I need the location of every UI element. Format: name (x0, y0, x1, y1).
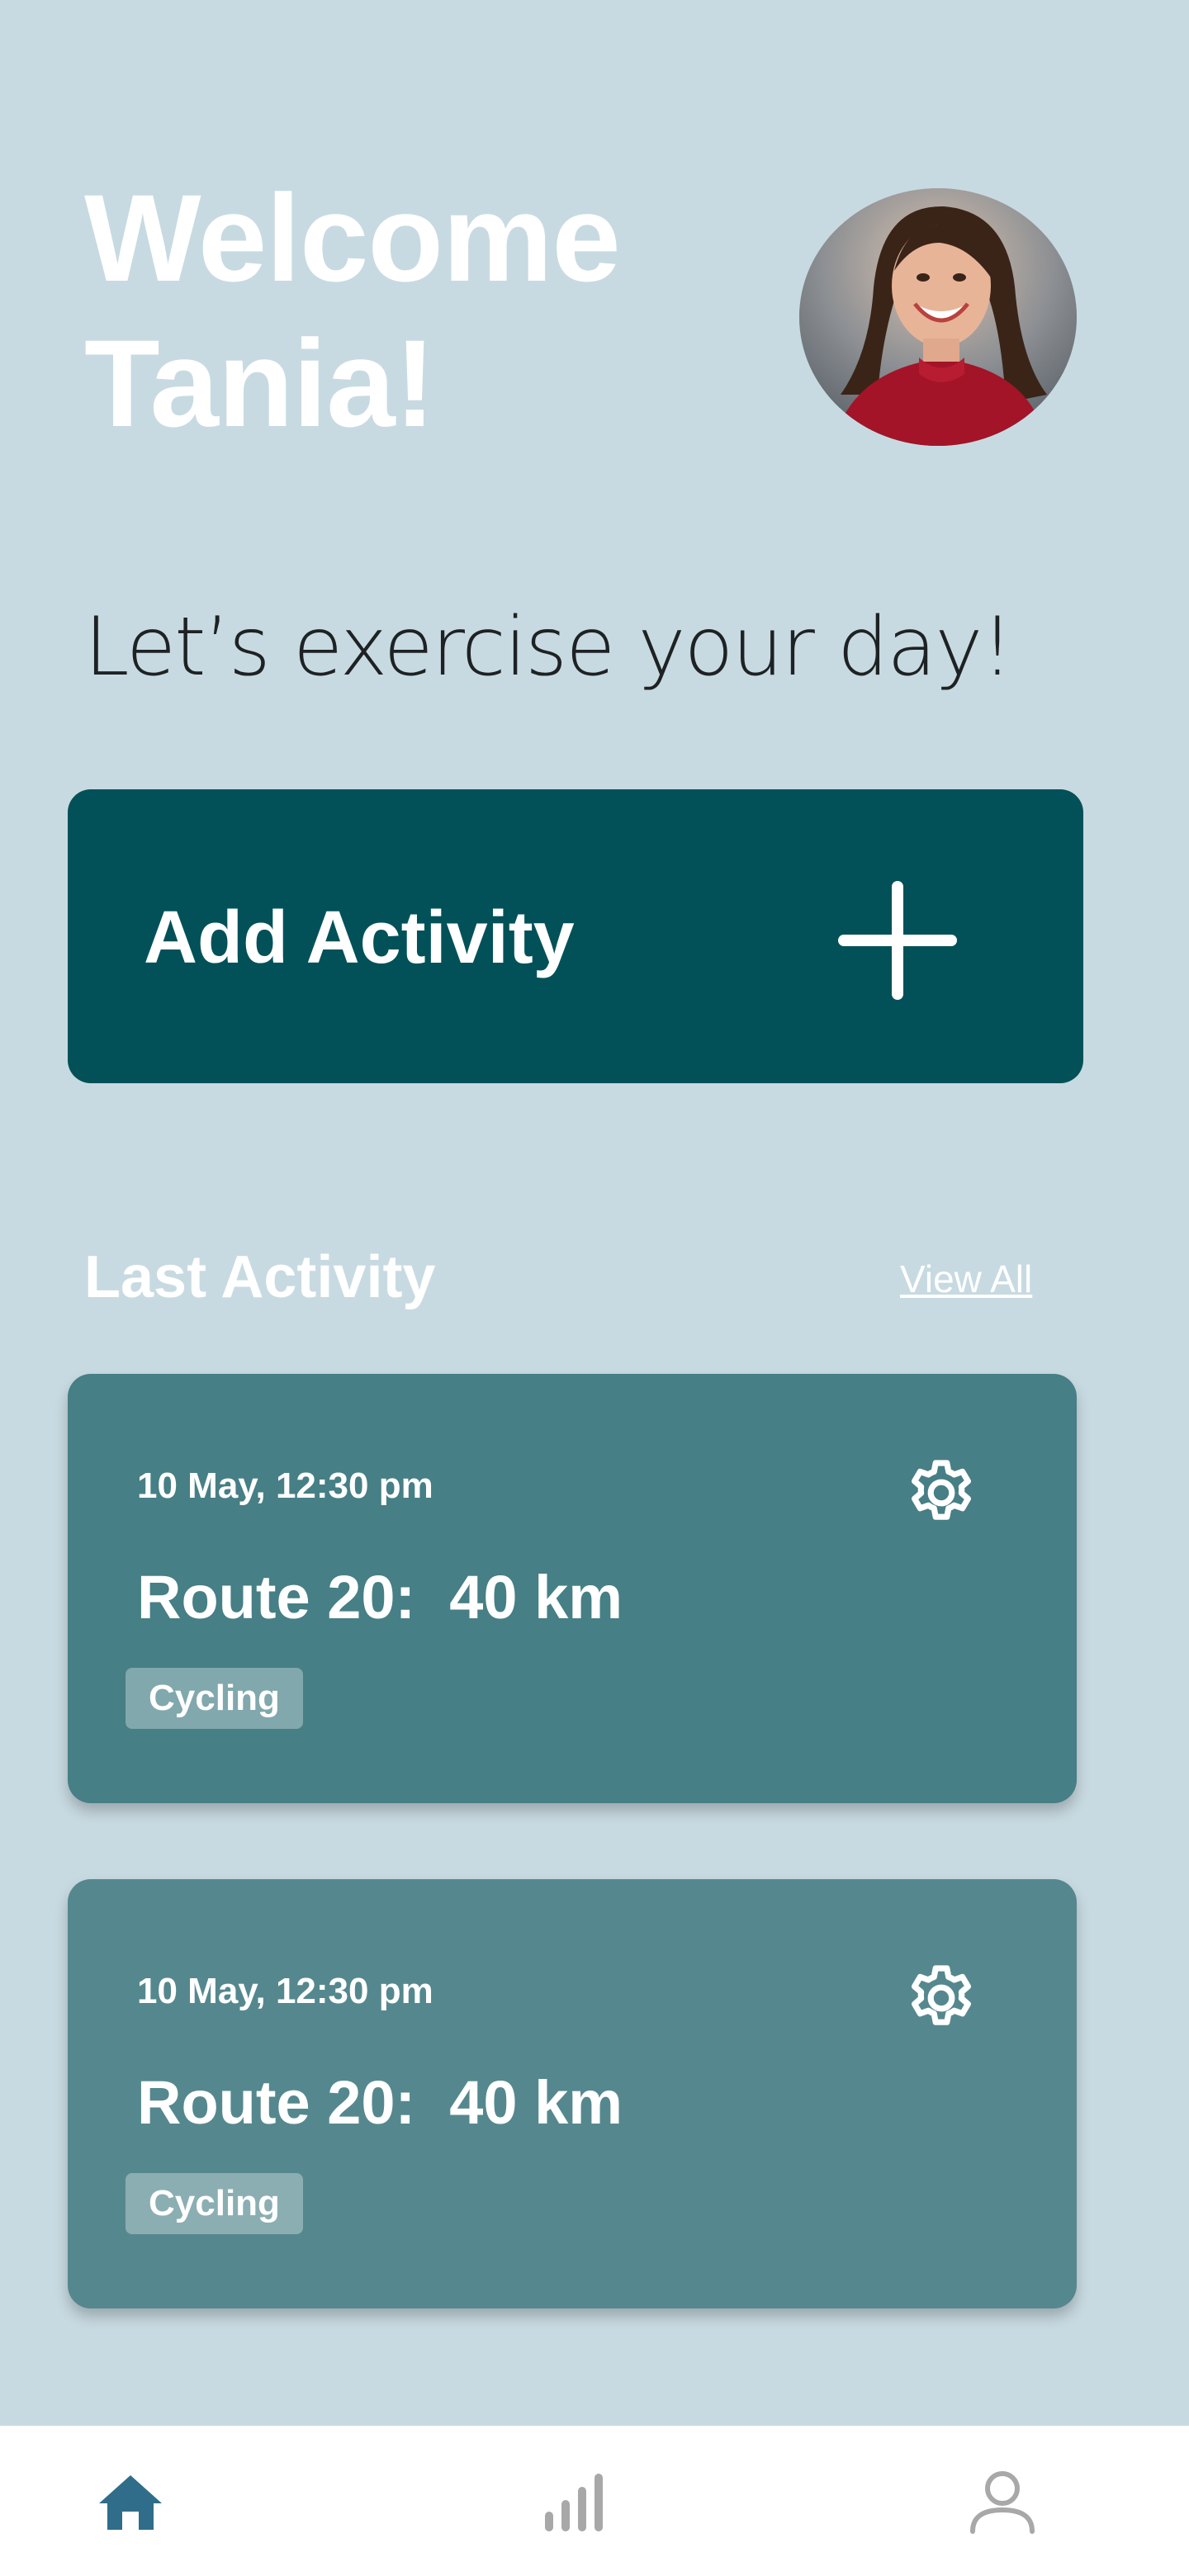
add-activity-label: Add Activity (144, 897, 575, 979)
home-screen: Welcome Tania! Let’s exercise your day! … (0, 0, 1189, 2576)
plus-icon (838, 881, 957, 1000)
stats-icon[interactable] (540, 2469, 609, 2535)
profile-icon[interactable] (968, 2469, 1037, 2535)
activity-card[interactable]: 10 May, 12:30 pm Route 20: 40 km Cycling (68, 1879, 1077, 2308)
last-activity-title: Last Activity (84, 1244, 436, 1310)
tagline: Let’s exercise your day! (84, 600, 1014, 694)
activity-type-badge: Cycling (126, 1668, 303, 1729)
avatar[interactable] (799, 188, 1077, 446)
welcome-line-1: Welcome (84, 168, 621, 307)
gear-icon[interactable] (902, 1960, 981, 2039)
activity-type-badge: Cycling (126, 2173, 303, 2234)
activity-date: 10 May, 12:30 pm (137, 1971, 433, 2011)
activity-date: 10 May, 12:30 pm (137, 1466, 433, 1506)
activity-route: Route 20: 40 km (137, 2068, 623, 2137)
activity-card[interactable]: 10 May, 12:30 pm Route 20: 40 km Cycling (68, 1374, 1077, 1803)
welcome-heading: Welcome Tania! (84, 165, 712, 456)
user-photo-icon (799, 188, 1077, 446)
activity-route: Route 20: 40 km (137, 1563, 623, 1631)
gear-icon[interactable] (902, 1455, 981, 1534)
home-icon[interactable] (96, 2469, 165, 2535)
view-all-link[interactable]: View All (900, 1255, 1032, 1303)
welcome-line-2: Tania! (84, 314, 436, 452)
bottom-navigation (0, 2426, 1189, 2576)
add-activity-button[interactable]: Add Activity (68, 789, 1083, 1083)
